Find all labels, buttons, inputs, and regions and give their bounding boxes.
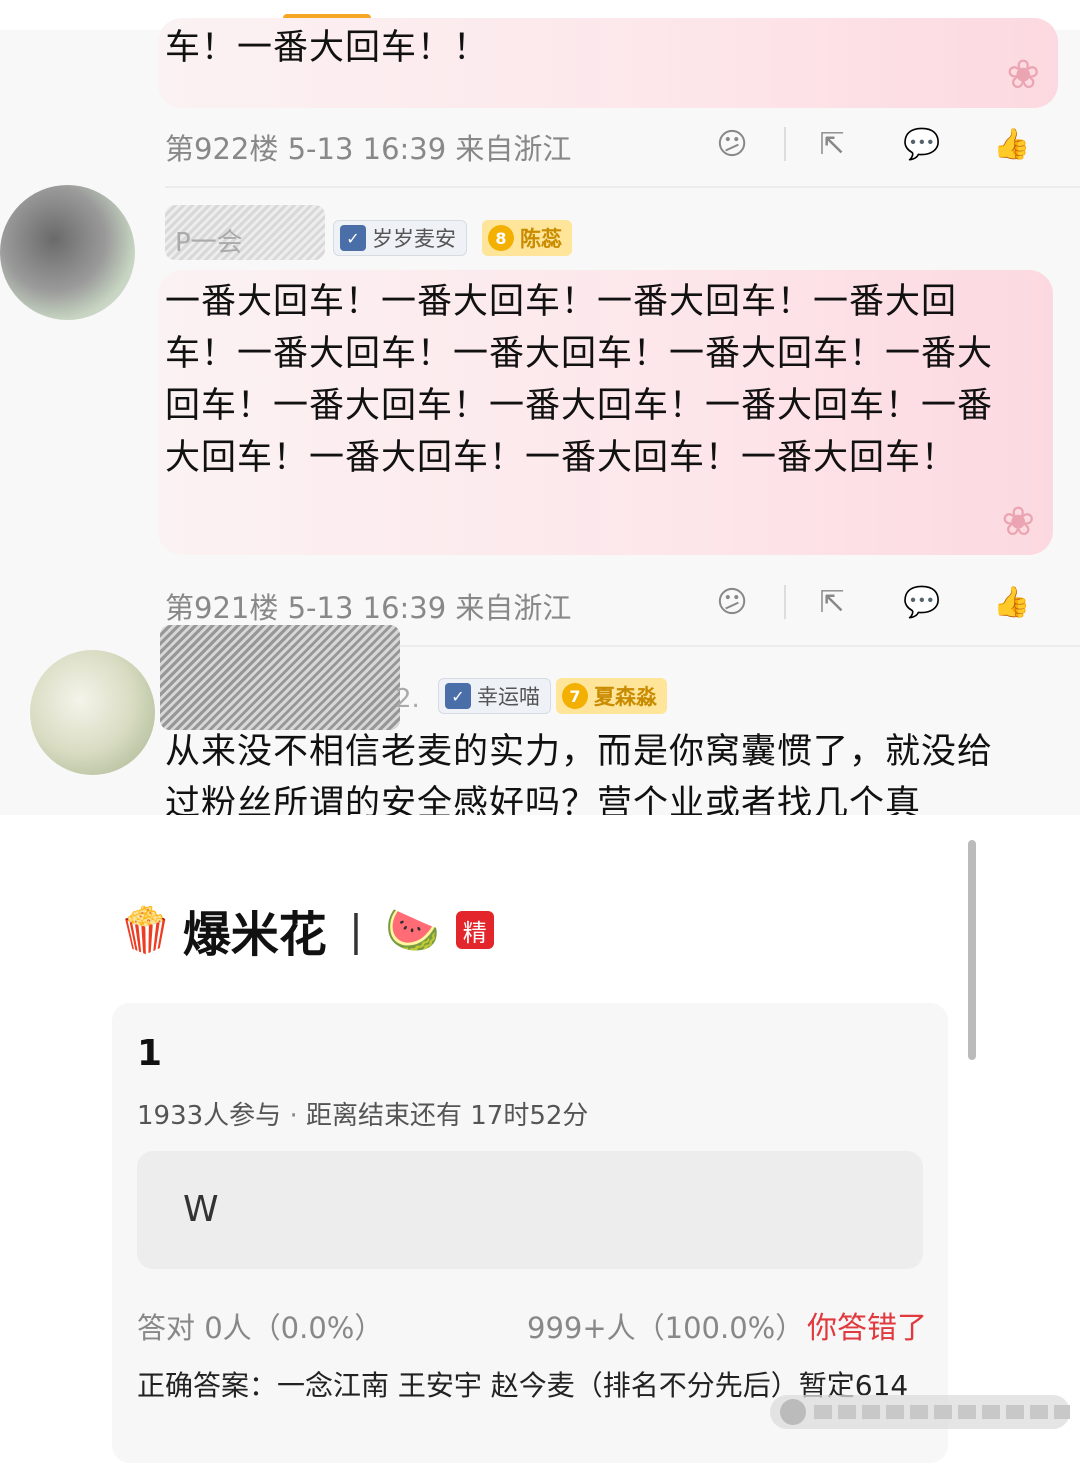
level-badge-name: 陈蕊 [520,227,562,251]
wrong-stat: 999+人（100.0%） [527,1311,805,1345]
comment-text: 车！一番大回车！！ [165,28,490,68]
fan-badge[interactable]: ✓ 岁岁麦安 [333,220,467,256]
action-separator [784,585,786,619]
group-quiz-panel: 🍿 爆米花 | 🍉 精 1 1933人参与 · 距离结束还有 17时52分 W … [0,815,1080,1463]
username[interactable]: 2. [395,684,420,714]
comment-location: 来自浙江 [455,591,572,625]
dislike-icon[interactable]: 😕 [700,582,764,622]
comment-text: 一番大回车！一番大回车！一番大回车！一番大回车！一番大回车！一番大回车！一番大回… [165,282,994,478]
watermark [770,1395,1070,1429]
dislike-icon[interactable]: 😕 [700,124,764,164]
comment-time: 5-13 16:39 [287,132,447,166]
check-calendar-icon: ✓ [445,683,471,709]
comment-feed: ❀ 车！一番大回车！！ 第922楼 5-13 16:39 来自浙江 😕 ⇱ 💬 … [0,0,1080,815]
scrollbar[interactable] [968,840,976,1060]
level-badge-name: 夏森淼 [594,685,657,709]
level-badge[interactable]: 7 夏森淼 [556,678,667,714]
watermark-avatar [780,1399,806,1425]
floor-number: 第921楼 [165,591,279,625]
comment-actions: 😕 ⇱ 💬 👍 [700,582,1070,622]
share-icon[interactable]: ⇱ [800,582,864,622]
level-badge[interactable]: 8 陈蕊 [482,220,572,256]
username[interactable]: P一会 [175,222,243,259]
level-badge-number: 8 [488,225,514,251]
comment-meta: 第921楼 5-13 16:39 来自浙江 [165,585,571,627]
watermelon-icon: 🍉 [384,905,440,956]
fan-badge-label: 岁岁麦安 [372,227,456,251]
featured-badge: 精 [455,911,494,949]
countdown: 距离结束还有 17时52分 [305,1101,589,1131]
avatar[interactable] [30,650,155,775]
quiz-meta: 1933人参与 · 距离结束还有 17时52分 [137,1095,588,1132]
comment-time: 5-13 16:39 [287,591,447,625]
watermark-text [814,1405,1070,1419]
comment-meta: 第922楼 5-13 16:39 来自浙江 [165,126,571,168]
flower-decoration-icon: ❀ [1001,499,1035,545]
option-text: W [183,1189,219,1230]
quiz-option[interactable]: W [137,1151,923,1269]
popcorn-icon: 🍿 [118,905,173,956]
fan-badge-label: 幸运喵 [477,685,540,709]
comment-location: 来自浙江 [455,132,572,166]
quiz-card: 1 1933人参与 · 距离结束还有 17时52分 W 答对 0人（0.0%） … [112,1003,948,1463]
divider [165,186,1080,188]
title-separator: | [348,905,363,955]
like-icon[interactable]: 👍 [980,124,1044,164]
redacted-username [160,625,400,730]
group-title: 爆米花 [182,907,327,963]
like-icon[interactable]: 👍 [980,582,1044,622]
group-header: 🍿 爆米花 | 🍉 精 [118,895,494,965]
comment-icon[interactable]: 💬 [890,582,954,622]
action-separator [784,127,786,161]
check-calendar-icon: ✓ [340,225,366,251]
quiz-number: 1 [137,1033,163,1074]
correct-stat: 答对 0人（0.0%） [137,1311,384,1345]
level-badge-number: 7 [562,683,588,709]
share-icon[interactable]: ⇱ [800,124,864,164]
comment-icon[interactable]: 💬 [890,124,954,164]
avatar[interactable] [0,185,135,320]
fan-badge[interactable]: ✓ 幸运喵 [438,678,551,714]
floor-number: 第922楼 [165,132,279,166]
meta-dot: · [289,1101,298,1131]
participant-count: 1933人参与 [137,1101,282,1131]
comment-text: 从来没不相信老麦的实力，而是你窝囊惯了，就没给过粉丝所谓的安全感好吗？营个业或者… [165,732,994,815]
comment-actions: 😕 ⇱ 💬 👍 [700,124,1070,164]
result-label: 你答错了 [807,1311,927,1346]
